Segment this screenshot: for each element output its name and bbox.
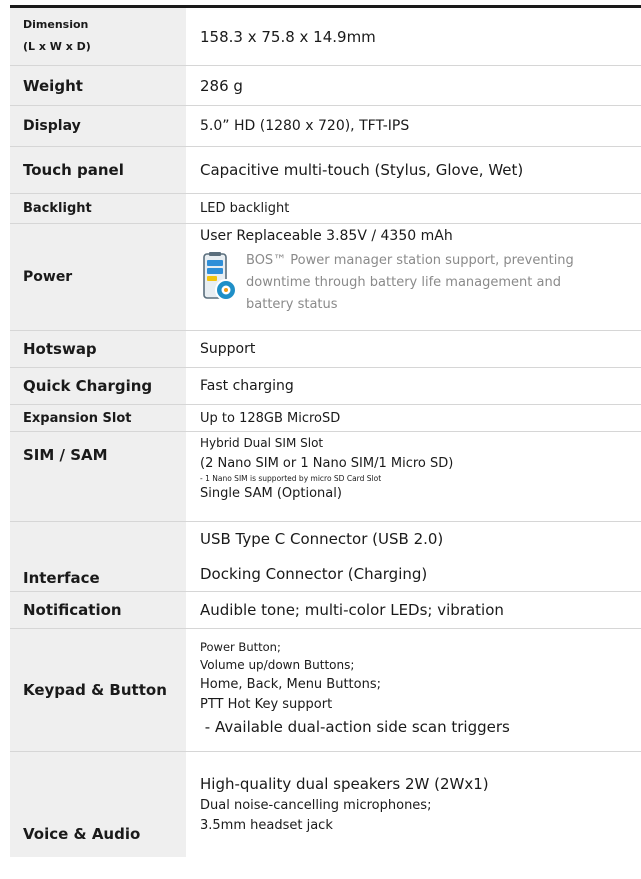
spec-label: Quick Charging (10, 368, 186, 404)
spec-value: High-quality dual speakers 2W (2Wx1) Dua… (186, 752, 641, 857)
spec-label: Power (10, 224, 186, 330)
spec-label-line: Interface (23, 569, 100, 587)
power-note-line: battery status (246, 297, 338, 312)
spec-value-line: Hybrid Dual SIM Slot (200, 436, 324, 450)
power-manager-note: BOS™ Power manager station support, prev… (200, 250, 641, 316)
spec-value-line: - 1 Nano SIM is supported by micro SD Ca… (200, 474, 382, 483)
spec-value: 158.3 x 75.8 x 14.9mm (186, 8, 641, 65)
spec-row-notification: Notification Audible tone; multi-color L… (10, 592, 641, 629)
spec-value: Up to 128GB MicroSD (186, 405, 641, 431)
spec-label-line: Backlight (23, 201, 92, 216)
spec-value-line: 286 g (200, 76, 243, 95)
spec-row-backlight: Backlight LED backlight (10, 194, 641, 224)
spec-row-keypad-button: Keypad & Button Power Button; Volume up/… (10, 629, 641, 752)
spec-row-power: Power User Replaceable 3.85V / 4350 mAh (10, 224, 641, 331)
spec-value: Audible tone; multi-color LEDs; vibratio… (186, 592, 641, 628)
spec-value-line: User Replaceable 3.85V / 4350 mAh (200, 228, 453, 244)
power-note-line: BOS™ Power manager station support, prev… (246, 253, 574, 268)
spec-label-line: Voice & Audio (23, 825, 141, 843)
spec-label-line: Hotswap (23, 340, 97, 358)
spec-label-line: Weight (23, 76, 83, 95)
spec-table: Dimension (L x W x D) 158.3 x 75.8 x 14.… (10, 5, 641, 857)
spec-value-line: High-quality dual speakers 2W (2Wx1) (200, 775, 489, 793)
spec-value-line: PTT Hot Key support (200, 697, 333, 712)
spec-label-line: Quick Charging (23, 377, 153, 395)
spec-row-expansion-slot: Expansion Slot Up to 128GB MicroSD (10, 405, 641, 432)
spec-value: Support (186, 331, 641, 367)
spec-row-touch-panel: Touch panel Capacitive multi-touch (Styl… (10, 147, 641, 194)
spec-row-weight: Weight 286 g (10, 66, 641, 106)
spec-value-line: 158.3 x 75.8 x 14.9mm (200, 27, 376, 46)
spec-value-line: LED backlight (200, 201, 290, 216)
spec-label-line: Dimension (23, 18, 89, 31)
spec-value-line: (2 Nano SIM or 1 Nano SIM/1 Micro SD) (200, 456, 454, 471)
spec-value: Power Button; Volume up/down Buttons; Ho… (186, 629, 641, 751)
spec-value-line: Power Button; (200, 640, 281, 654)
spec-label-line: (L x W x D) (23, 40, 91, 53)
spec-value: User Replaceable 3.85V / 4350 mAh BOS™ P… (186, 224, 641, 330)
spec-row-dimension: Dimension (L x W x D) 158.3 x 75.8 x 14.… (10, 8, 641, 66)
spec-row-display: Display 5.0” HD (1280 x 720), TFT-IPS (10, 106, 641, 147)
spec-label: Interface (10, 522, 186, 591)
spec-label: Weight (10, 66, 186, 105)
spec-label: Touch panel (10, 147, 186, 193)
spec-label-line: Notification (23, 601, 122, 619)
spec-label-line: SIM / SAM (23, 446, 108, 464)
spec-value-line: USB Type C Connector (USB 2.0) (200, 530, 444, 549)
spec-value-line: 5.0” HD (1280 x 720), TFT-IPS (200, 118, 410, 134)
spec-label: Display (10, 106, 186, 146)
spec-value-line: Home, Back, Menu Buttons; (200, 677, 382, 692)
spec-label: Backlight (10, 194, 186, 223)
spec-value-line: Audible tone; multi-color LEDs; vibratio… (200, 601, 504, 619)
spec-label-line: Keypad & Button (23, 681, 167, 699)
battery-station-icon (200, 252, 240, 308)
spec-value-line: Capacitive multi-touch (Stylus, Glove, W… (200, 161, 524, 179)
spec-row-hotswap: Hotswap Support (10, 331, 641, 368)
spec-label: Voice & Audio (10, 752, 186, 857)
spec-label-line: Power (23, 269, 73, 285)
spec-value-line: 3.5mm headset jack (200, 818, 333, 833)
spec-value: Capacitive multi-touch (Stylus, Glove, W… (186, 147, 641, 193)
spec-label: SIM / SAM (10, 432, 186, 521)
spec-value: 286 g (186, 66, 641, 105)
spec-value: 5.0” HD (1280 x 720), TFT-IPS (186, 106, 641, 146)
spec-value: Fast charging (186, 368, 641, 404)
spec-value: USB Type C Connector (USB 2.0) Docking C… (186, 522, 641, 591)
spec-value-line: Docking Connector (Charging) (200, 564, 428, 583)
spec-value-line: Fast charging (200, 378, 294, 394)
spec-value-line: Up to 128GB MicroSD (200, 410, 341, 426)
spec-value: Hybrid Dual SIM Slot (2 Nano SIM or 1 Na… (186, 432, 641, 521)
spec-row-interface: Interface USB Type C Connector (USB 2.0)… (10, 522, 641, 592)
spec-label: Hotswap (10, 331, 186, 367)
spec-value-line: - Available dual-action side scan trigge… (200, 718, 510, 736)
spec-label: Expansion Slot (10, 405, 186, 431)
power-note-text: BOS™ Power manager station support, prev… (246, 250, 574, 316)
spec-value-line: Support (200, 341, 256, 357)
spec-label-line: Expansion Slot (23, 410, 132, 426)
spec-label-line: Display (23, 118, 81, 134)
spec-label: Dimension (L x W x D) (10, 8, 186, 65)
spec-value-line: Dual noise-cancelling microphones; (200, 798, 432, 813)
spec-label: Keypad & Button (10, 629, 186, 751)
spec-value-line: Single SAM (Optional) (200, 486, 342, 501)
spec-row-voice-audio: Voice & Audio High-quality dual speakers… (10, 752, 641, 857)
spec-row-sim-sam: SIM / SAM Hybrid Dual SIM Slot (2 Nano S… (10, 432, 641, 522)
spec-value-line: Volume up/down Buttons; (200, 658, 355, 672)
spec-label-line: Touch panel (23, 161, 124, 179)
power-note-line: downtime through battery life management… (246, 275, 561, 290)
spec-row-quick-charging: Quick Charging Fast charging (10, 368, 641, 405)
spec-label: Notification (10, 592, 186, 628)
spec-value: LED backlight (186, 194, 641, 223)
